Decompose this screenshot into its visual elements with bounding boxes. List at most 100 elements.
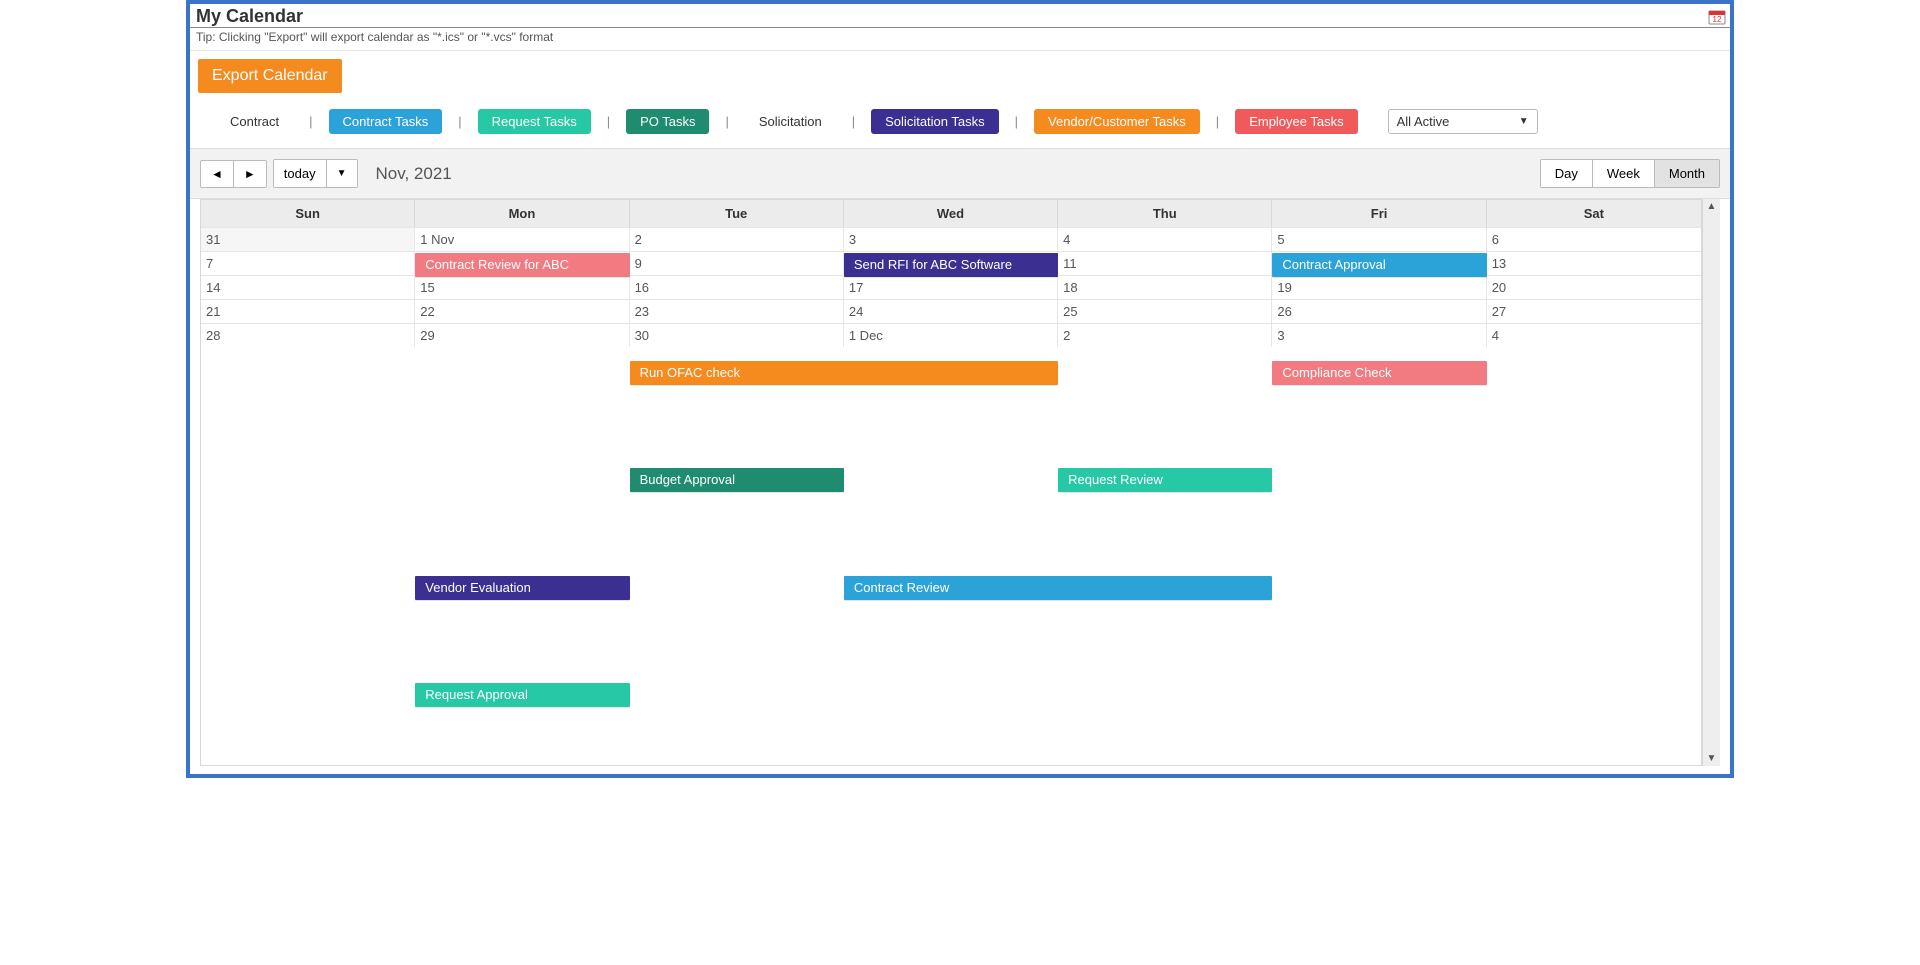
day-cell[interactable]: 22 (415, 299, 629, 323)
day-number: 31 (206, 232, 409, 247)
day-number: 4 (1492, 328, 1696, 343)
chevron-down-icon: ▼ (1519, 116, 1529, 127)
day-number: 1 Dec (849, 328, 1052, 343)
view-week-button[interactable]: Week (1593, 160, 1655, 187)
day-number: 16 (635, 280, 838, 295)
calendar-event[interactable]: Contract Review for ABC (415, 253, 629, 277)
dow-header: Sun (201, 200, 415, 227)
day-cell[interactable]: 28 (201, 323, 415, 347)
prev-button[interactable]: ◄ (201, 161, 234, 187)
svg-text:12: 12 (1713, 15, 1722, 24)
calendar-event[interactable]: Request Review (1058, 468, 1272, 492)
day-number: 18 (1063, 280, 1266, 295)
day-cell[interactable]: 7 (201, 251, 415, 275)
day-cell[interactable]: 31 (201, 227, 415, 251)
day-cell[interactable]: 17 (844, 275, 1058, 299)
day-cell[interactable]: 3 (1272, 323, 1486, 347)
day-cell[interactable]: 4 (1058, 227, 1272, 251)
filter-separator: | (1210, 114, 1225, 129)
day-number: 9 (635, 256, 838, 271)
day-number: 29 (420, 328, 623, 343)
calendar-event[interactable]: Budget Approval (630, 468, 844, 492)
day-cell[interactable]: 29 (415, 323, 629, 347)
day-cell[interactable]: 5 (1272, 227, 1486, 251)
day-number: 3 (1277, 328, 1480, 343)
day-cell[interactable]: 2 (630, 227, 844, 251)
filter-separator: | (719, 114, 734, 129)
filter-button[interactable]: Request Tasks (478, 109, 591, 134)
today-button[interactable]: today (274, 160, 326, 187)
day-number: 28 (206, 328, 409, 343)
day-cell[interactable]: 11 (1058, 251, 1272, 275)
calendar-header-icon[interactable]: 12 (1708, 8, 1726, 26)
day-cell[interactable]: 1 Dec (844, 323, 1058, 347)
filter-button[interactable]: Solicitation Tasks (871, 109, 998, 134)
dow-header: Wed (844, 200, 1058, 227)
scroll-down-icon[interactable]: ▼ (1707, 753, 1717, 764)
filter-button[interactable]: Contract Tasks (329, 109, 443, 134)
scrollbar[interactable]: ▲ ▼ (1702, 199, 1720, 766)
day-number: 30 (635, 328, 838, 343)
dow-header: Thu (1058, 200, 1272, 227)
day-number: 4 (1063, 232, 1266, 247)
day-grid: 311 Nov234567891011121314151617181920212… (201, 227, 1701, 347)
page-title: My Calendar (196, 6, 1724, 27)
day-cell[interactable]: 3 (844, 227, 1058, 251)
calendar: SunMonTueWedThuFriSat 311 Nov23456789101… (200, 199, 1702, 766)
scroll-up-icon[interactable]: ▲ (1707, 201, 1717, 212)
day-cell[interactable]: 4 (1487, 323, 1701, 347)
day-number: 21 (206, 304, 409, 319)
day-number: 2 (1063, 328, 1266, 343)
today-dropdown-button[interactable]: ▼ (326, 160, 357, 187)
day-number: 11 (1063, 256, 1266, 271)
export-calendar-button[interactable]: Export Calendar (198, 59, 342, 93)
filter-row: Contract | Contract Tasks | Request Tasks | PO… (190, 101, 1730, 148)
day-cell[interactable]: 13 (1487, 251, 1701, 275)
day-number: 13 (1492, 256, 1696, 271)
filter-separator: | (303, 114, 318, 129)
filter-button[interactable]: Employee Tasks (1235, 109, 1357, 134)
filter-button[interactable]: PO Tasks (626, 109, 709, 134)
filter-separator: | (601, 114, 616, 129)
day-cell[interactable]: 25 (1058, 299, 1272, 323)
view-day-button[interactable]: Day (1541, 160, 1593, 187)
filter-separator: | (846, 114, 861, 129)
day-number: 22 (420, 304, 623, 319)
day-cell[interactable]: 15 (415, 275, 629, 299)
export-row: Export Calendar (190, 50, 1730, 101)
day-cell[interactable]: 30 (630, 323, 844, 347)
calendar-event[interactable]: Send RFI for ABC Software (844, 253, 1058, 277)
day-cell[interactable]: 16 (630, 275, 844, 299)
day-cell[interactable]: 14 (201, 275, 415, 299)
day-cell[interactable]: 20 (1487, 275, 1701, 299)
day-cell[interactable]: 18 (1058, 275, 1272, 299)
day-cell[interactable]: 6 (1487, 227, 1701, 251)
day-cell[interactable]: 23 (630, 299, 844, 323)
day-cell[interactable]: 2 (1058, 323, 1272, 347)
view-month-button[interactable]: Month (1655, 160, 1719, 187)
filter-dropdown-label: All Active (1397, 114, 1450, 129)
next-button[interactable]: ► (234, 161, 266, 187)
day-number: 6 (1492, 232, 1696, 247)
dow-header: Tue (630, 200, 844, 227)
calendar-toolbar: ◄ ► today ▼ Nov, 2021 Day Week Month (190, 148, 1730, 199)
filter-button[interactable]: Vendor/Customer Tasks (1034, 109, 1200, 134)
calendar-event[interactable]: Vendor Evaluation (415, 576, 629, 600)
day-number: 14 (206, 280, 409, 295)
day-cell[interactable]: 1 Nov (415, 227, 629, 251)
day-cell[interactable]: 24 (844, 299, 1058, 323)
calendar-event[interactable]: Contract Review (844, 576, 1273, 600)
filter-plain[interactable]: Solicitation (745, 109, 836, 134)
day-cell[interactable]: 26 (1272, 299, 1486, 323)
calendar-event[interactable]: Run OFAC check (630, 361, 1059, 385)
calendar-event[interactable]: Contract Approval (1272, 253, 1486, 277)
day-cell[interactable]: 9 (630, 251, 844, 275)
day-cell[interactable]: 19 (1272, 275, 1486, 299)
day-cell[interactable]: 27 (1487, 299, 1701, 323)
filter-plain[interactable]: Contract (216, 109, 293, 134)
filter-dropdown[interactable]: All Active ▼ (1388, 109, 1538, 134)
day-cell[interactable]: 21 (201, 299, 415, 323)
calendar-event[interactable]: Compliance Check (1272, 361, 1486, 385)
filter-separator: | (1009, 114, 1024, 129)
calendar-event[interactable]: Request Approval (415, 683, 629, 707)
